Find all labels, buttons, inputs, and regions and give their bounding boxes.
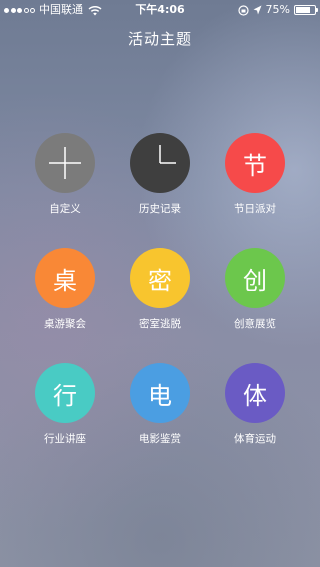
battery-icon — [294, 5, 318, 15]
theme-label: 创意展览 — [234, 318, 276, 330]
theme-item-movie-appreciation[interactable]: 电 电影鉴赏 — [112, 363, 208, 446]
theme-item-history[interactable]: 历史记录 — [112, 133, 208, 216]
festival-icon[interactable]: 节 — [225, 133, 285, 193]
battery-percent: 75% — [265, 3, 290, 16]
theme-label: 体育运动 — [234, 433, 276, 445]
theme-item-custom[interactable]: 自定义 — [17, 133, 113, 216]
status-bar: 中国联通 下午4:06 75% — [0, 0, 320, 20]
clock-icon[interactable] — [130, 133, 190, 193]
theme-label: 电影鉴赏 — [139, 433, 181, 445]
boardgame-icon[interactable]: 桌 — [35, 248, 95, 308]
lock-rotation-icon — [237, 4, 249, 16]
theme-label: 节日派对 — [234, 203, 276, 215]
movie-icon[interactable]: 电 — [130, 363, 190, 423]
theme-label: 桌游聚会 — [44, 318, 86, 330]
lecture-icon[interactable]: 行 — [35, 363, 95, 423]
escape-room-icon[interactable]: 密 — [130, 248, 190, 308]
theme-item-industry-lecture[interactable]: 行 行业讲座 — [17, 363, 113, 446]
theme-item-escape-room[interactable]: 密 密室逃脱 — [112, 248, 208, 331]
sports-icon[interactable]: 体 — [225, 363, 285, 423]
theme-label: 自定义 — [49, 203, 81, 215]
theme-item-creative-exhibition[interactable]: 创 创意展览 — [207, 248, 303, 331]
page-title: 活动主题 — [127, 30, 192, 48]
theme-item-sports[interactable]: 体 体育运动 — [207, 363, 303, 446]
theme-item-festival-party[interactable]: 节 节日派对 — [207, 133, 303, 216]
plus-icon[interactable] — [35, 133, 95, 193]
exhibition-icon[interactable]: 创 — [225, 248, 285, 308]
theme-label: 密室逃脱 — [139, 318, 181, 330]
theme-label: 历史记录 — [139, 203, 181, 215]
theme-item-board-games[interactable]: 桌 桌游聚会 — [17, 248, 113, 331]
theme-label: 行业讲座 — [44, 433, 86, 445]
location-arrow-icon — [253, 5, 262, 15]
